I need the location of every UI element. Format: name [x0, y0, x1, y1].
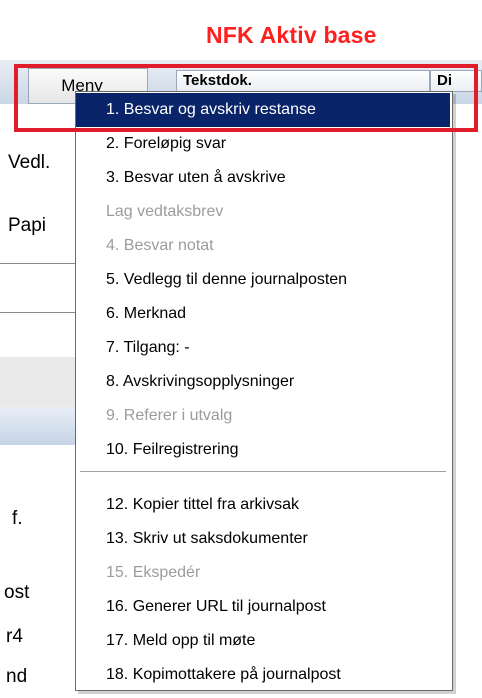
menu-item-meld-opp[interactable]: 17. Meld opp til møte	[76, 624, 450, 658]
menu-item-tilgang[interactable]: 7. Tilgang: -	[76, 331, 450, 365]
divider	[0, 312, 80, 313]
menu-item-besvar-og-avskriv[interactable]: 1. Besvar og avskriv restanse	[76, 93, 450, 127]
panel-gray-band	[0, 357, 80, 407]
column-header-di[interactable]: Di	[430, 70, 482, 92]
menu-item-besvar-uten-avskrive[interactable]: 3. Besvar uten å avskrive	[76, 161, 450, 195]
column-header-tekstdok[interactable]: Tekstdok.	[176, 70, 430, 92]
papi-tab[interactable]: Papi	[8, 215, 46, 237]
menu-item-vedlegg[interactable]: 5. Vedlegg til denne journalposten	[76, 263, 450, 297]
left-text-ost: ost	[4, 582, 30, 603]
menu-item-merknad[interactable]: 6. Merknad	[76, 297, 450, 331]
menu-item-forelopig-svar[interactable]: 2. Foreløpig svar	[76, 127, 450, 161]
divider	[0, 263, 80, 264]
menu-item-feilregistrering[interactable]: 10. Feilregistrering	[76, 433, 450, 467]
menu-separator	[80, 471, 446, 473]
menu-item-avskrivingsopplysninger[interactable]: 8. Avskrivingsopplysninger	[76, 365, 450, 399]
menu-item-ekspeder: 15. Ekspedér	[106, 564, 201, 581]
menu-item-kopimottakere[interactable]: 18. Kopimottakere på journalpost	[76, 658, 450, 692]
menu-item-besvar-notat: 4. Besvar notat	[106, 237, 214, 254]
menu-item-lag-vedtaksbrev: Lag vedtaksbrev	[106, 203, 224, 220]
menu-item-kopier-tittel[interactable]: 12. Kopier tittel fra arkivsak	[76, 488, 450, 522]
left-text-r4: r4	[6, 626, 23, 647]
context-menu: 1. Besvar og avskriv restanse 2. Foreløp…	[75, 91, 453, 691]
vedl-label: Vedl.	[8, 152, 51, 173]
left-text-nd: nd	[6, 666, 28, 687]
menu-item-referer-i-utvalg: 9. Referer i utvalg	[106, 407, 233, 424]
menu-item-skriv-ut[interactable]: 13. Skriv ut saksdokumenter	[76, 522, 450, 556]
panel-blue-band	[0, 407, 80, 445]
left-text-f: f.	[12, 508, 23, 529]
menu-item-generer-url[interactable]: 16. Generer URL til journalpost	[76, 590, 450, 624]
app-title: NFK Aktiv base	[206, 22, 377, 48]
